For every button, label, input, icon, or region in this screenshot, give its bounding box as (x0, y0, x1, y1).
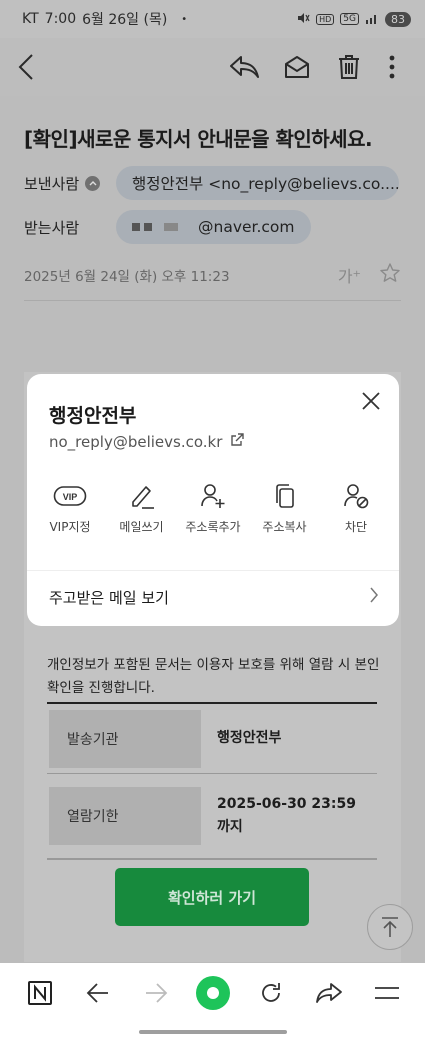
add-contact-icon (201, 484, 225, 508)
action-label: 차단 (344, 520, 368, 534)
mark-read-button[interactable] (271, 45, 323, 89)
sender-chip[interactable]: 행정안전부 <no_reply@believs.co.... (116, 166, 399, 200)
privacy-notice: 개인정보가 포함된 문서는 이용자 보호를 위해 열람 시 본인 확인을 진행합… (47, 657, 380, 696)
nav-back-icon (86, 983, 108, 1003)
recipient-chip[interactable]: @naver.com (116, 210, 311, 244)
reply-icon (230, 56, 259, 78)
status-date: 6월 26일 (목) (82, 12, 168, 28)
block-user-icon (344, 484, 369, 509)
confirm-button[interactable]: 확인하러 가기 (115, 868, 309, 926)
external-link-icon[interactable] (230, 432, 245, 451)
add-contact-button[interactable]: 주소록추가 (178, 480, 248, 535)
menu-icon (374, 987, 399, 999)
translate-button[interactable]: 가⁺ (338, 263, 361, 287)
naver-home-button[interactable] (20, 973, 60, 1013)
redacted-name (132, 223, 140, 231)
popup-close-button[interactable] (359, 389, 383, 413)
signal-icon (365, 12, 379, 27)
share-button[interactable] (309, 973, 349, 1013)
action-label: 주소복사 (262, 520, 307, 534)
mail-subject: [확인]새로운 통지서 안내문을 확인하세요. (24, 127, 373, 151)
popup-divider (27, 570, 399, 571)
more-button[interactable] (375, 45, 409, 89)
reply-button[interactable] (219, 45, 271, 89)
write-mail-button[interactable]: 메일쓰기 (107, 480, 177, 535)
pencil-icon (131, 486, 154, 509)
status-bar: KT 7:00 6월 26일 (목) • HD 5G 83 (0, 0, 425, 38)
network-label: 5G (340, 13, 359, 25)
status-time: 7:00 (44, 11, 77, 27)
view-exchanged-mail-link[interactable]: 주고받은 메일 보기 (49, 586, 379, 608)
battery-indicator: 83 (385, 11, 411, 27)
nav-forward-button[interactable] (136, 973, 176, 1013)
redacted-name-3 (164, 223, 178, 231)
info-table: 발송기관 행정안전부 열람기한 2025-06-30 23:59까지 (47, 702, 377, 860)
envelope-icon (285, 56, 309, 78)
table-value: 2025-06-30 23:59까지 (217, 796, 356, 835)
popup-sender-name: 행정안전부 (49, 405, 137, 427)
carrier-label: KT (22, 11, 39, 27)
table-key: 열람기한 (49, 787, 201, 845)
action-label: VIP지정 (49, 520, 91, 534)
nav-forward-icon (145, 983, 167, 1003)
mute-icon (296, 11, 310, 28)
trash-icon (339, 55, 359, 79)
svg-text:VIP: VIP (63, 492, 78, 502)
refresh-button[interactable] (251, 973, 291, 1013)
redacted-name-2 (144, 223, 152, 231)
nav-back-button[interactable] (78, 973, 118, 1013)
arrow-up-icon (382, 917, 398, 937)
bottom-navigation (0, 963, 425, 1040)
mail-date: 2025년 6월 24일 (화) 오후 11:23 (24, 269, 230, 285)
sender-popup: 행정안전부 no_reply@believs.co.kr VIP VIP지정 메… (27, 374, 399, 626)
popup-sender-email: no_reply@believs.co.kr (49, 432, 223, 451)
sender-label: 보낸사람 (24, 174, 80, 193)
delete-button[interactable] (323, 45, 375, 89)
vip-icon: VIP (53, 486, 87, 506)
recipient-domain: @naver.com (198, 218, 295, 236)
back-button[interactable] (16, 45, 68, 89)
popup-sender-email-row: no_reply@believs.co.kr (49, 432, 245, 451)
green-home-button[interactable] (193, 973, 233, 1013)
block-button[interactable]: 차단 (321, 480, 391, 535)
table-row: 발송기관 행정안전부 (47, 704, 377, 774)
action-label: 주소록추가 (185, 520, 241, 534)
back-icon (18, 54, 33, 80)
naver-n-icon (28, 981, 52, 1005)
notification-dot: • (181, 13, 188, 25)
mail-header: [확인]새로운 통지서 안내문을 확인하세요. 보낸사람 행정안전부 <no_r… (0, 96, 425, 366)
share-icon (316, 983, 343, 1003)
header-divider (24, 300, 401, 301)
hd-icon: HD (316, 13, 335, 25)
star-icon[interactable] (379, 262, 401, 288)
table-key: 발송기관 (49, 709, 201, 768)
table-row: 열람기한 2025-06-30 23:59까지 (47, 774, 377, 860)
view-exchanged-mail-label: 주고받은 메일 보기 (49, 588, 169, 607)
popup-actions: VIP VIP지정 메일쓰기 주소록추가 주소복사 차단 (35, 480, 391, 535)
copy-address-button[interactable]: 주소복사 (250, 480, 320, 535)
table-value: 행정안전부 (217, 730, 282, 746)
refresh-icon (262, 983, 281, 1002)
scroll-to-top-button[interactable] (367, 904, 413, 950)
gesture-bar (139, 1030, 287, 1034)
menu-button[interactable] (367, 973, 407, 1013)
action-label: 메일쓰기 (119, 520, 164, 534)
vip-button[interactable]: VIP VIP지정 (35, 480, 105, 535)
mail-toolbar (0, 38, 425, 96)
expand-recipients-icon[interactable] (85, 175, 101, 191)
close-icon (362, 392, 380, 410)
green-home-icon (196, 976, 231, 1010)
more-icon (389, 55, 395, 79)
copy-icon (275, 484, 294, 508)
recipient-label: 받는사람 (24, 218, 80, 237)
chevron-right-icon (369, 586, 379, 608)
